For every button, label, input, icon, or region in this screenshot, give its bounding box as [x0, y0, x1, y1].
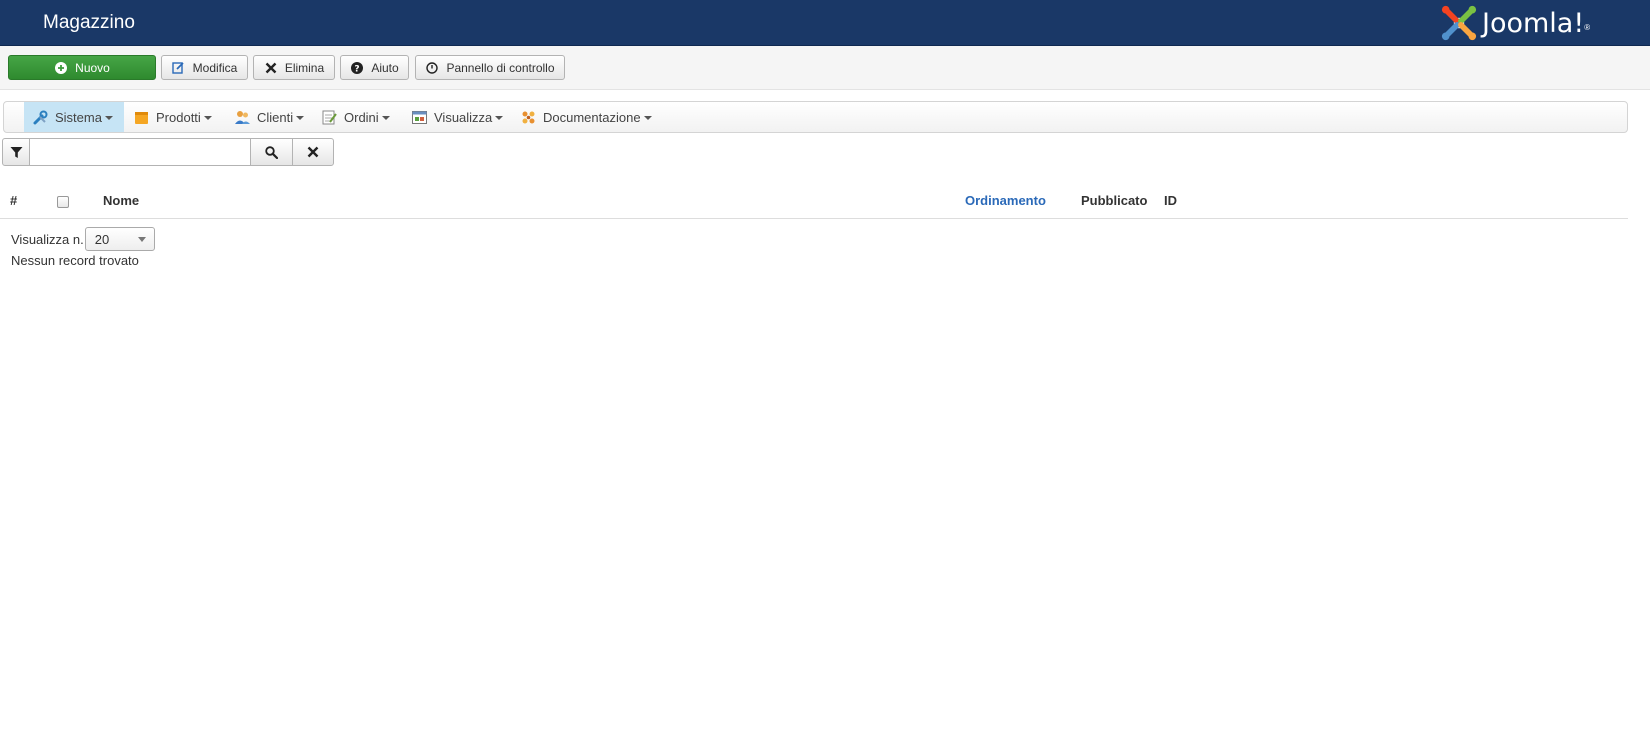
svg-text:?: ?: [355, 64, 360, 74]
view-icon: [411, 109, 428, 126]
edit-button-label: Modifica: [192, 60, 238, 75]
column-id[interactable]: ID: [1164, 193, 1177, 208]
list-limit: Visualizza n. 20: [11, 227, 155, 251]
caret-down-icon: [296, 116, 305, 120]
caret-down-icon: [643, 116, 652, 120]
empty-message: Nessun record trovato: [11, 253, 139, 268]
column-ordering[interactable]: Ordinamento: [965, 193, 1046, 208]
menu-item-clienti[interactable]: Clienti: [226, 102, 312, 132]
delete-button-label: Elimina: [284, 60, 325, 75]
joomla-logo[interactable]: Joomla! ®: [1440, 4, 1590, 42]
header-bar: Magazzino Joomla! ®: [0, 0, 1650, 46]
main-menu: Sistema Prodotti Clienti Ordini Visualiz…: [3, 101, 1628, 133]
docs-icon: [520, 109, 537, 126]
search-input[interactable]: [30, 138, 250, 166]
caret-down-icon: [495, 116, 504, 120]
plus-circle-icon: [54, 61, 68, 75]
users-icon: [234, 109, 251, 126]
select-all-checkbox[interactable]: [57, 196, 69, 208]
list-limit-label: Visualizza n.: [11, 231, 84, 247]
clear-search-button[interactable]: [292, 138, 334, 166]
filter-icon: [10, 146, 22, 158]
orders-icon: [321, 109, 338, 126]
caret-down-icon: [104, 116, 113, 120]
toolbar: Nuovo Modifica Elimina ? Aiuto Pannello …: [0, 46, 1650, 90]
tools-icon: [32, 109, 49, 126]
caret-down-icon: [381, 116, 390, 120]
control-panel-button-label: Pannello di controllo: [446, 60, 555, 75]
column-name[interactable]: Nome: [103, 193, 139, 208]
column-number: #: [10, 193, 18, 208]
delete-button[interactable]: Elimina: [253, 55, 335, 80]
column-published[interactable]: Pubblicato: [1081, 193, 1147, 208]
question-circle-icon: ?: [350, 61, 364, 75]
edit-icon: [172, 61, 186, 75]
menu-item-sistema[interactable]: Sistema: [24, 102, 124, 132]
page-title: Magazzino: [43, 12, 135, 33]
control-panel-button[interactable]: Pannello di controllo: [415, 55, 565, 80]
menu-item-label: Sistema: [55, 109, 102, 125]
help-button[interactable]: ? Aiuto: [340, 55, 409, 80]
dashboard-icon: [425, 61, 439, 75]
caret-down-icon: [203, 116, 212, 120]
registered-mark: ®: [1584, 22, 1591, 32]
menu-item-label: Clienti: [257, 109, 294, 125]
box-icon: [133, 109, 150, 126]
new-button[interactable]: Nuovo: [8, 55, 156, 80]
search-icon: [265, 145, 278, 159]
close-icon: [264, 61, 278, 75]
edit-button[interactable]: Modifica: [161, 55, 248, 80]
menu-item-label: Documentazione: [543, 109, 641, 125]
menu-item-label: Visualizza: [434, 109, 493, 125]
joomla-logo-icon: [1441, 5, 1477, 41]
menu-item-label: Prodotti: [156, 109, 201, 125]
search-button[interactable]: [250, 138, 292, 166]
search-bar: [2, 138, 334, 166]
table-header: # Nome Ordinamento Pubblicato ID: [0, 184, 1628, 219]
menu-item-label: Ordini: [344, 109, 379, 125]
new-button-label: Nuovo: [75, 60, 110, 75]
help-button-label: Aiuto: [371, 60, 399, 75]
joomla-wordmark: Joomla!: [1482, 7, 1585, 39]
menu-item-documentazione[interactable]: Documentazione: [512, 102, 660, 132]
list-limit-select[interactable]: 20: [84, 227, 155, 251]
list-limit-value: 20: [94, 232, 110, 247]
menu-item-ordini[interactable]: Ordini: [313, 102, 398, 132]
menu-item-visualizza[interactable]: Visualizza: [403, 102, 511, 132]
chevron-down-icon: [137, 237, 146, 242]
close-icon: [307, 146, 319, 158]
menu-item-prodotti[interactable]: Prodotti: [125, 102, 220, 132]
filter-button[interactable]: [2, 138, 30, 166]
